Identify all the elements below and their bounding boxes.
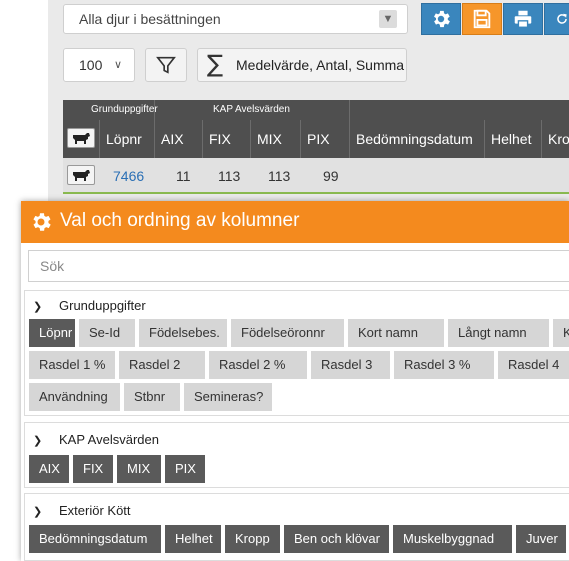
gear-icon	[434, 10, 450, 28]
column-header-mix[interactable]: MIX	[250, 120, 300, 158]
section-exterior-kott: ❯ Exteriör Kött Bedömningsdatum Helhet Krop…	[24, 493, 569, 561]
table-column-header: Löpnr AIX FIX MIX PIX Bedömningsdatum He…	[63, 120, 569, 158]
cell-aix: 11	[176, 168, 191, 184]
section-title[interactable]: ❯ Grunduppgifter	[33, 298, 146, 313]
section-title-text: Grunduppgifter	[59, 298, 146, 313]
column-chip[interactable]: Rasdel 2	[119, 351, 205, 379]
section-kap-avelsvarden: ❯ KAP Avelsvärden AIX FIX MIX PIX	[24, 422, 569, 488]
column-chip[interactable]: Juver	[516, 525, 566, 553]
column-header-bedomningsdatum[interactable]: Bedömningsdatum	[349, 120, 484, 158]
dialog-header: Val och ordning av kolumner	[21, 201, 569, 243]
column-chip[interactable]: PIX	[165, 455, 205, 483]
gear-icon	[33, 213, 51, 231]
cell-lopnr-link[interactable]: 7466	[113, 168, 144, 184]
chevron-down-icon: ❯	[33, 506, 43, 518]
header-divider	[349, 100, 350, 120]
column-header-aix[interactable]: AIX	[154, 120, 202, 158]
chevron-down-icon: ∨	[113, 59, 122, 71]
column-chip[interactable]: MIX	[117, 455, 161, 483]
column-chip[interactable]: Bedömningsdatum	[29, 525, 161, 553]
cow-row-button[interactable]	[67, 165, 95, 185]
section-title[interactable]: ❯ KAP Avelsvärden	[33, 432, 159, 447]
print-button[interactable]	[503, 3, 543, 35]
filter-button[interactable]	[145, 48, 187, 82]
column-chip[interactable]: Rasdel 3 %	[394, 351, 494, 379]
header-divider	[154, 100, 155, 120]
column-chip[interactable]: Stbnr	[124, 383, 180, 411]
table-group-header: Grunduppgifter KAP Avelsvärden	[63, 100, 569, 120]
column-chip[interactable]: Långt namn	[448, 319, 549, 347]
column-chip[interactable]: FIX	[73, 455, 113, 483]
summary-button-label: Medelvärde, Antal, Summa	[236, 57, 405, 73]
group-header-basic: Grunduppgifter	[91, 104, 158, 115]
page-size-value: 100	[79, 57, 103, 73]
column-header-kropp[interactable]: Kro	[541, 120, 569, 158]
chevron-down-icon: ❯	[33, 301, 43, 313]
herd-select-value: Alla djur i besättningen	[79, 11, 221, 27]
sigma-icon: ∑	[207, 50, 224, 78]
column-chip[interactable]: Rasdel 2 %	[209, 351, 307, 379]
column-chip[interactable]: Se-Id	[79, 319, 135, 347]
column-chip[interactable]: Rasdel 4	[498, 351, 569, 379]
column-chip[interactable]: AIX	[29, 455, 69, 483]
column-chip[interactable]: Semineras?	[184, 383, 272, 411]
print-icon	[514, 10, 532, 28]
column-chip[interactable]: Kropp	[225, 525, 280, 553]
column-chip[interactable]: Kön	[553, 319, 569, 347]
section-title[interactable]: ❯ Exteriör Kött	[33, 503, 131, 518]
filter-icon	[156, 56, 176, 74]
column-chip[interactable]: Födelseöronnr	[231, 319, 344, 347]
table-row[interactable]: 7466 11 113 113 99	[63, 158, 569, 194]
herd-select[interactable]: Alla djur i besättningen ▼	[63, 4, 408, 34]
column-header-lopnr[interactable]: Löpnr	[99, 120, 154, 158]
cell-pix: 99	[323, 168, 339, 184]
column-chip[interactable]: Födelsebes.	[139, 319, 227, 347]
chevron-down-icon: ▼	[379, 10, 397, 28]
refresh-icon	[557, 13, 567, 24]
summary-button[interactable]: ∑ Medelvärde, Antal, Summa	[197, 48, 407, 82]
column-chip[interactable]: Helhet	[165, 525, 221, 553]
column-chip[interactable]: Rasdel 3	[311, 351, 390, 379]
cell-fix: 113	[218, 168, 241, 184]
section-grunduppgifter: ❯ Grunduppgifter Löpnr Se-Id Födelsebes. Föd…	[24, 290, 569, 416]
column-header-fix[interactable]: FIX	[202, 120, 250, 158]
column-header-helhet[interactable]: Helhet	[484, 120, 541, 158]
save-button[interactable]	[462, 3, 502, 35]
cow-icon	[73, 133, 90, 144]
column-search-input[interactable]: Sök	[28, 250, 569, 282]
section-title-text: Exteriör Kött	[59, 503, 131, 518]
column-chip[interactable]: Användning	[29, 383, 120, 411]
save-icon	[473, 9, 491, 29]
search-placeholder: Sök	[40, 258, 65, 274]
dialog-title: Val och ordning av kolumner	[60, 210, 300, 231]
cell-mix: 113	[268, 168, 291, 184]
section-title-text: KAP Avelsvärden	[59, 432, 159, 447]
refresh-button[interactable]	[544, 3, 569, 35]
cow-icon	[73, 170, 90, 181]
group-header-kap: KAP Avelsvärden	[213, 104, 290, 115]
column-header-pix[interactable]: PIX	[300, 120, 349, 158]
column-chip[interactable]: Muskelbyggnad	[393, 525, 512, 553]
settings-button[interactable]	[421, 3, 461, 35]
cow-header-button[interactable]	[67, 128, 95, 148]
column-chip[interactable]: Löpnr	[29, 319, 75, 347]
column-picker-dialog: Val och ordning av kolumner Sök ❯ Grundup…	[21, 201, 569, 561]
chevron-down-icon: ❯	[33, 435, 43, 447]
column-chip[interactable]: Rasdel 1 %	[29, 351, 115, 379]
column-chip[interactable]: Ben och klövar	[284, 525, 389, 553]
column-chip[interactable]: Kort namn	[348, 319, 444, 347]
page-size-select[interactable]: 100 ∨	[63, 48, 135, 82]
